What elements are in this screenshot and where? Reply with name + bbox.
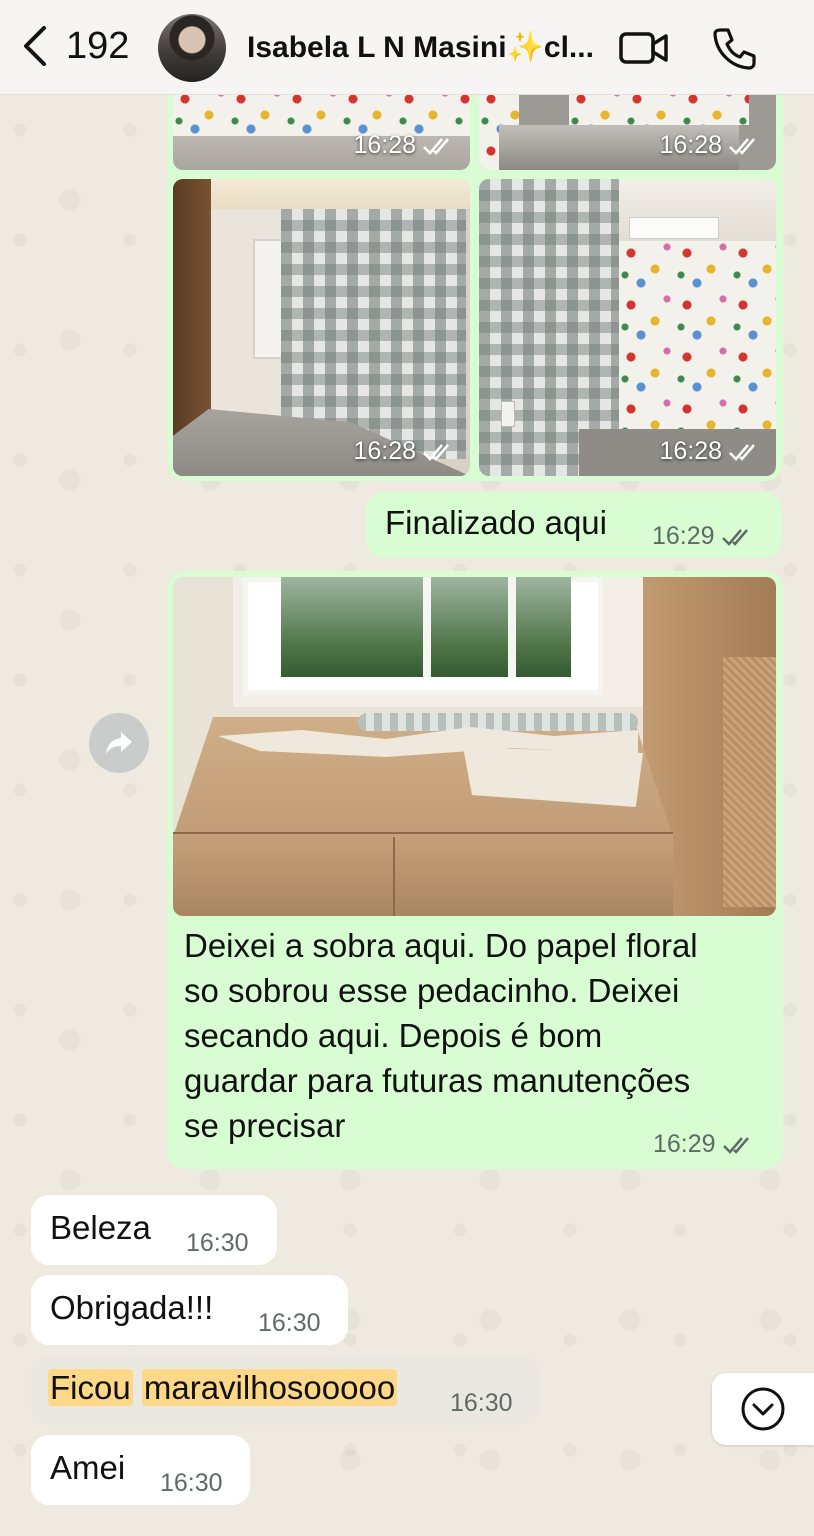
video-camera-icon — [619, 32, 668, 64]
message-time: 16:29 — [653, 1130, 756, 1159]
message-text: Amei — [50, 1449, 126, 1486]
time-label: 16:28 — [659, 131, 722, 159]
double-check-icon — [729, 137, 755, 155]
incoming-message[interactable]: Obrigada!!! 16:30 — [31, 1275, 348, 1345]
time-label: 16:28 — [353, 437, 416, 465]
unread-count: 192 — [66, 24, 130, 67]
chat-header: 192 Isabela L N Masini✨cl... — [0, 0, 814, 95]
photo-caption: Deixei a sobra aqui. Do papel floral so … — [184, 923, 698, 1148]
message-text: Finalizado aqui — [385, 504, 607, 541]
double-check-icon — [423, 443, 449, 461]
photo-thumbnail[interactable]: 16:28 — [479, 85, 776, 170]
caption-line: guardar para futuras manutenções — [184, 1062, 691, 1099]
caption-line: se precisar — [184, 1107, 346, 1144]
photo-window-seat[interactable] — [173, 577, 776, 916]
time-label: 16:29 — [653, 1130, 716, 1158]
forward-button[interactable] — [89, 713, 149, 773]
avatar[interactable] — [158, 14, 226, 82]
photo-timestamp: 16:28 — [659, 131, 762, 160]
contact-name[interactable]: Isabela L N Masini✨cl... — [247, 30, 594, 65]
outgoing-photo-message[interactable]: Deixei a sobra aqui. Do papel floral so … — [167, 571, 783, 1169]
photo-thumbnail[interactable]: 16:28 — [173, 179, 470, 476]
double-check-icon — [423, 137, 449, 155]
double-check-icon — [722, 1136, 749, 1154]
message-time: 16:30 — [186, 1229, 249, 1257]
incoming-message[interactable]: Beleza 16:30 — [31, 1195, 277, 1265]
time-label: 16:28 — [659, 437, 722, 465]
phone-icon — [713, 28, 756, 70]
chevron-down-circle-icon — [741, 1387, 785, 1431]
caption-line: so sobrou esse pedacinho. Deixei — [184, 972, 680, 1009]
chevron-left-icon — [24, 26, 46, 66]
double-check-icon — [729, 443, 755, 461]
chat-area: 16:28 16:28 16:28 16:28 Finalizado aqui … — [0, 75, 814, 1536]
scroll-to-bottom-button[interactable] — [712, 1373, 814, 1445]
message-time: 16:29 — [652, 522, 755, 551]
time-label: 16:28 — [353, 131, 416, 159]
message-time: 16:30 — [450, 1389, 513, 1417]
voice-call-button[interactable] — [712, 26, 756, 75]
caption-line: Deixei a sobra aqui. Do papel floral — [184, 927, 698, 964]
message-time: 16:30 — [160, 1469, 223, 1497]
back-button[interactable]: 192 — [20, 22, 129, 70]
photo-timestamp: 16:28 — [659, 437, 762, 466]
photo-timestamp: 16:28 — [353, 131, 456, 160]
caption-line: secando aqui. Depois é bom — [184, 1017, 603, 1054]
time-label: 16:29 — [652, 522, 715, 550]
photo-thumbnail[interactable]: 16:28 — [479, 179, 776, 476]
incoming-message-highlighted[interactable]: Ficou maravilhosooooo 16:30 — [31, 1355, 541, 1425]
incoming-message[interactable]: Amei 16:30 — [31, 1435, 250, 1505]
message-text: Beleza — [50, 1209, 151, 1246]
forward-arrow-icon — [106, 732, 132, 754]
double-check-icon — [721, 528, 748, 546]
photo-timestamp: 16:28 — [353, 437, 456, 466]
message-time: 16:30 — [258, 1309, 321, 1337]
outgoing-message[interactable]: Finalizado aqui 16:29 — [366, 492, 782, 558]
message-text: Ficou maravilhosooooo — [48, 1369, 398, 1407]
search-highlight: Ficou — [48, 1369, 133, 1406]
video-call-button[interactable] — [618, 26, 670, 75]
photo-thumbnail[interactable]: 16:28 — [173, 85, 470, 170]
message-text: Obrigada!!! — [50, 1289, 214, 1326]
search-highlight: maravilhosooooo — [141, 1369, 398, 1406]
